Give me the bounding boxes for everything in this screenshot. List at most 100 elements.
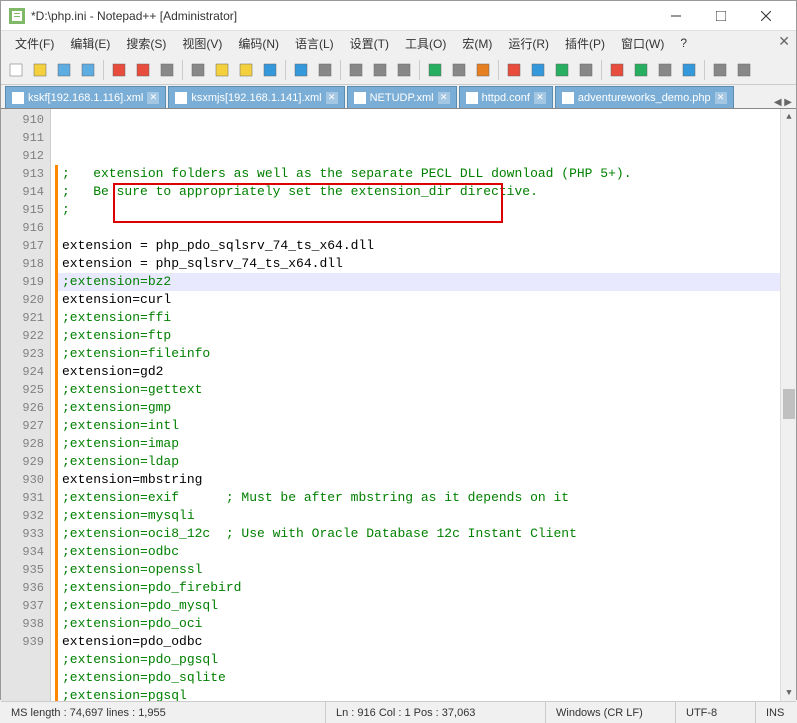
stop-button[interactable] [654, 59, 676, 81]
tab-item[interactable]: adventureworks_demo.php✕ [555, 86, 734, 108]
menu-language[interactable]: 语言(L) [287, 33, 342, 54]
scroll-thumb[interactable] [783, 389, 795, 419]
menu-close-x[interactable]: ✕ [778, 33, 790, 50]
code-content[interactable]: ; extension folders as well as the separ… [51, 109, 796, 701]
cut-button[interactable] [187, 59, 209, 81]
replace-button[interactable] [345, 59, 367, 81]
maximize-button[interactable] [698, 2, 743, 30]
folder-button[interactable] [503, 59, 525, 81]
menu-search[interactable]: 搜索(S) [118, 33, 174, 54]
status-encoding[interactable]: UTF-8 [676, 702, 756, 723]
saveall-button[interactable] [77, 59, 99, 81]
tool1-button[interactable] [709, 59, 731, 81]
scroll-up-arrow[interactable]: ▲ [781, 109, 796, 125]
menu-encoding[interactable]: 编码(N) [230, 33, 287, 54]
menu-file[interactable]: 文件(F) [7, 33, 62, 54]
lang-button[interactable] [527, 59, 549, 81]
new-button[interactable] [5, 59, 27, 81]
playrec-button[interactable] [678, 59, 700, 81]
code-line[interactable] [55, 219, 792, 237]
closeall-button[interactable] [132, 59, 154, 81]
vertical-scrollbar[interactable]: ▲ ▼ [780, 109, 796, 701]
code-line[interactable]: ;extension=pdo_pgsql [55, 651, 792, 669]
code-line[interactable]: ; extension folders as well as the separ… [55, 165, 792, 183]
tab-bar: kskf[192.168.1.116].xml✕ ksxmjs[192.168.… [1, 85, 796, 109]
tab-item[interactable]: httpd.conf✕ [459, 86, 553, 108]
code-line[interactable]: extension = php_sqlsrv_74_ts_x64.dll [55, 255, 792, 273]
code-line[interactable]: ;extension=bz2 [55, 273, 792, 291]
code-line[interactable]: ;extension=intl [55, 417, 792, 435]
open-button[interactable] [29, 59, 51, 81]
tab-close-icon[interactable]: ✕ [147, 92, 159, 104]
code-line[interactable]: ;extension=pdo_oci [55, 615, 792, 633]
menu-tools[interactable]: 工具(O) [397, 33, 454, 54]
menu-view[interactable]: 视图(V) [174, 33, 230, 54]
minimize-button[interactable] [653, 2, 698, 30]
showall-button[interactable] [448, 59, 470, 81]
copy-button[interactable] [211, 59, 233, 81]
code-line[interactable]: ;extension=pgsql [55, 687, 792, 701]
record-button[interactable] [606, 59, 628, 81]
tab-close-icon[interactable]: ✕ [438, 92, 450, 104]
close-button[interactable] [108, 59, 130, 81]
menu-window[interactable]: 窗口(W) [613, 33, 672, 54]
code-line[interactable]: ;extension=fileinfo [55, 345, 792, 363]
code-line[interactable]: extension=curl [55, 291, 792, 309]
tab-close-icon[interactable]: ✕ [715, 92, 727, 104]
line-number: 912 [3, 147, 44, 165]
menu-settings[interactable]: 设置(T) [342, 33, 397, 54]
close-button[interactable] [743, 2, 788, 30]
tab-close-icon[interactable]: ✕ [326, 92, 338, 104]
code-line[interactable]: extension=gd2 [55, 363, 792, 381]
code-line[interactable]: ; [55, 201, 792, 219]
undo-button[interactable] [259, 59, 281, 81]
play-button[interactable] [630, 59, 652, 81]
menu-help[interactable]: ? [672, 34, 695, 52]
code-line[interactable]: ;extension=pdo_sqlite [55, 669, 792, 687]
status-insert-mode[interactable]: INS [756, 702, 796, 723]
status-bar: MS length : 74,697 lines : 1,955 Ln : 91… [1, 701, 796, 723]
code-line[interactable]: ;extension=pdo_firebird [55, 579, 792, 597]
func-button[interactable] [575, 59, 597, 81]
tab-close-icon[interactable]: ✕ [534, 92, 546, 104]
code-line[interactable]: ;extension=ldap [55, 453, 792, 471]
wrap-button[interactable] [424, 59, 446, 81]
zoomin-button[interactable] [369, 59, 391, 81]
menu-run[interactable]: 运行(R) [500, 33, 557, 54]
code-line[interactable]: extension=pdo_odbc [55, 633, 792, 651]
code-line[interactable]: ; Be sure to appropriately set the exten… [55, 183, 792, 201]
scroll-down-arrow[interactable]: ▼ [781, 685, 796, 701]
print-button[interactable] [156, 59, 178, 81]
code-line[interactable]: ;extension=pdo_mysql [55, 597, 792, 615]
menu-edit[interactable]: 编辑(E) [62, 33, 118, 54]
menu-macro[interactable]: 宏(M) [454, 33, 500, 54]
tool2-button[interactable] [733, 59, 755, 81]
code-line[interactable]: extension = php_pdo_sqlsrv_74_ts_x64.dll [55, 237, 792, 255]
comment-button[interactable] [551, 59, 573, 81]
code-line[interactable]: extension=mbstring [55, 471, 792, 489]
tab-scroll-arrows[interactable]: ◀ ▶ [774, 97, 792, 108]
change-marker [55, 651, 58, 669]
code-line[interactable]: ;extension=exif ; Must be after mbstring… [55, 489, 792, 507]
code-line[interactable]: ;extension=odbc [55, 543, 792, 561]
menu-plugins[interactable]: 插件(P) [557, 33, 613, 54]
code-line[interactable]: ;extension=ffi [55, 309, 792, 327]
paste-button[interactable] [235, 59, 257, 81]
code-line[interactable]: ;extension=oci8_12c ; Use with Oracle Da… [55, 525, 792, 543]
find-button[interactable] [314, 59, 336, 81]
indent-button[interactable] [472, 59, 494, 81]
tab-item[interactable]: ksxmjs[192.168.1.141].xml✕ [168, 86, 344, 108]
save-button[interactable] [53, 59, 75, 81]
status-eol[interactable]: Windows (CR LF) [546, 702, 676, 723]
redo-button[interactable] [290, 59, 312, 81]
change-marker [55, 273, 58, 291]
code-line[interactable]: ;extension=gmp [55, 399, 792, 417]
tab-item[interactable]: kskf[192.168.1.116].xml✕ [5, 86, 166, 108]
tab-item[interactable]: NETUDP.xml✕ [347, 86, 457, 108]
code-line[interactable]: ;extension=openssl [55, 561, 792, 579]
code-line[interactable]: ;extension=mysqli [55, 507, 792, 525]
zoomout-button[interactable] [393, 59, 415, 81]
code-line[interactable]: ;extension=gettext [55, 381, 792, 399]
code-line[interactable]: ;extension=imap [55, 435, 792, 453]
code-line[interactable]: ;extension=ftp [55, 327, 792, 345]
